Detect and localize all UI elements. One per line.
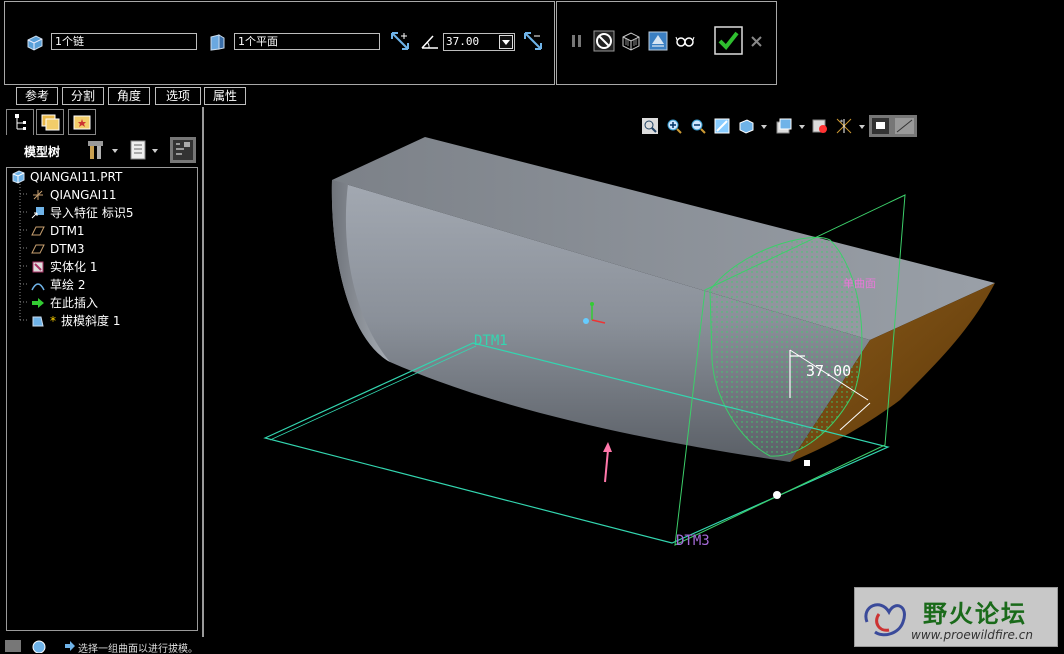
navigator-panel: 模型树 QIANGAI11.PRT QIANGAI11 导入特征 标识5 DTM… [4,107,204,637]
angle-dropdown-button[interactable] [499,35,513,49]
geometry-preview-icon[interactable] [620,30,642,52]
forum-logo-icon [864,603,906,637]
draft-angle-input[interactable]: 37.00 [443,33,515,51]
tree-filter-icon[interactable] [170,137,196,163]
tree-root-label: QIANGAI11.PRT [30,170,123,184]
draft-surface-icon[interactable] [25,32,45,52]
datum-plane-icon [31,226,45,236]
tree-item-label: 实体化 1 [50,260,98,274]
model-tree-title: 模型树 [24,145,61,159]
flip-angle-icon[interactable] [522,30,544,52]
angle-dimension-label[interactable]: 37.00 [806,362,851,380]
split-surface-label: 单曲面 [843,277,876,290]
dtm1-label: DTM1 [474,333,508,349]
favorites-icon [73,115,91,130]
tab-options[interactable]: 选项 [155,87,201,105]
tree-item-label: 导入特征 标识5 [50,206,134,220]
forum-watermark: 野火论坛 www.proewildfire.cn [854,587,1058,647]
folder-browser-icon [41,114,60,131]
part-icon [12,170,25,184]
tab-references[interactable]: 参考 [16,87,58,105]
drag-handle-square[interactable] [804,460,810,466]
draft-hinge-icon[interactable] [207,32,227,52]
verify-mode-icon[interactable] [647,30,669,52]
tree-item-label: 拔模斜度 1 [61,314,121,328]
tab-favorites[interactable] [68,109,96,135]
tab-model-tree[interactable] [6,109,34,135]
tree-tools-icon[interactable] [86,139,120,161]
solidify-icon [32,261,44,273]
tree-hierarchy-icon [15,114,26,130]
new-feature-star: * [50,314,56,328]
draft-dashboard: 1个链 1个平面 37.00 [4,1,555,85]
graphics-viewport[interactable]: DTM1 DTM3 单曲面 37.00 [206,107,1064,637]
drag-handle-circle[interactable] [773,491,781,499]
cancel-x-icon[interactable] [746,30,768,52]
tree-item-label: QIANGAI11 [50,188,117,202]
status-globe-icon[interactable] [30,639,48,653]
forum-brand: 野火论坛 [923,599,1027,628]
pull-direction-arrow-icon[interactable] [603,442,612,483]
tab-folder-browser[interactable] [36,109,64,135]
status-message: 选择一组曲面以进行拔模。 [78,644,198,654]
model-tree[interactable]: QIANGAI11.PRT QIANGAI11 导入特征 标识5 DTM1 DT… [6,167,198,631]
coordinate-system-icon [33,190,43,200]
tab-angle[interactable]: 角度 [108,87,150,105]
chevron-down-icon [502,40,510,45]
tree-item-label: 草绘 2 [50,278,86,292]
draft-angle-value: 37.00 [446,35,480,48]
draft-feature-icon [32,316,44,327]
import-feature-icon [31,207,44,219]
draft-angle-icon [421,35,438,49]
forum-url: www.proewildfire.cn [911,628,1033,642]
no-preview-icon[interactable] [593,30,615,52]
status-arrow-icon [65,641,75,651]
show-settings-icon[interactable] [128,139,162,161]
status-grid-icon[interactable] [4,639,22,653]
model-geometry[interactable] [331,137,995,462]
draft-surfaces-field[interactable]: 1个链 [51,33,197,50]
datum-plane-icon [31,244,45,254]
glasses-preview-icon[interactable] [674,30,696,52]
dtm3-label: DTM3 [676,533,710,549]
insert-here-arrow-icon [32,298,44,308]
confirm-check-icon[interactable] [714,26,743,55]
tree-item-label: DTM3 [50,242,85,256]
dashboard-controls [556,1,777,85]
tree-item-label: 在此插入 [50,296,99,310]
tab-properties[interactable]: 属性 [204,87,246,105]
tree-item-label: DTM1 [50,224,85,238]
tab-split[interactable]: 分割 [62,87,104,105]
draft-hinge-field[interactable]: 1个平面 [234,33,380,50]
pause-icon[interactable] [566,30,588,52]
flip-direction-icon[interactable] [389,30,411,52]
sketch-icon [31,283,45,291]
